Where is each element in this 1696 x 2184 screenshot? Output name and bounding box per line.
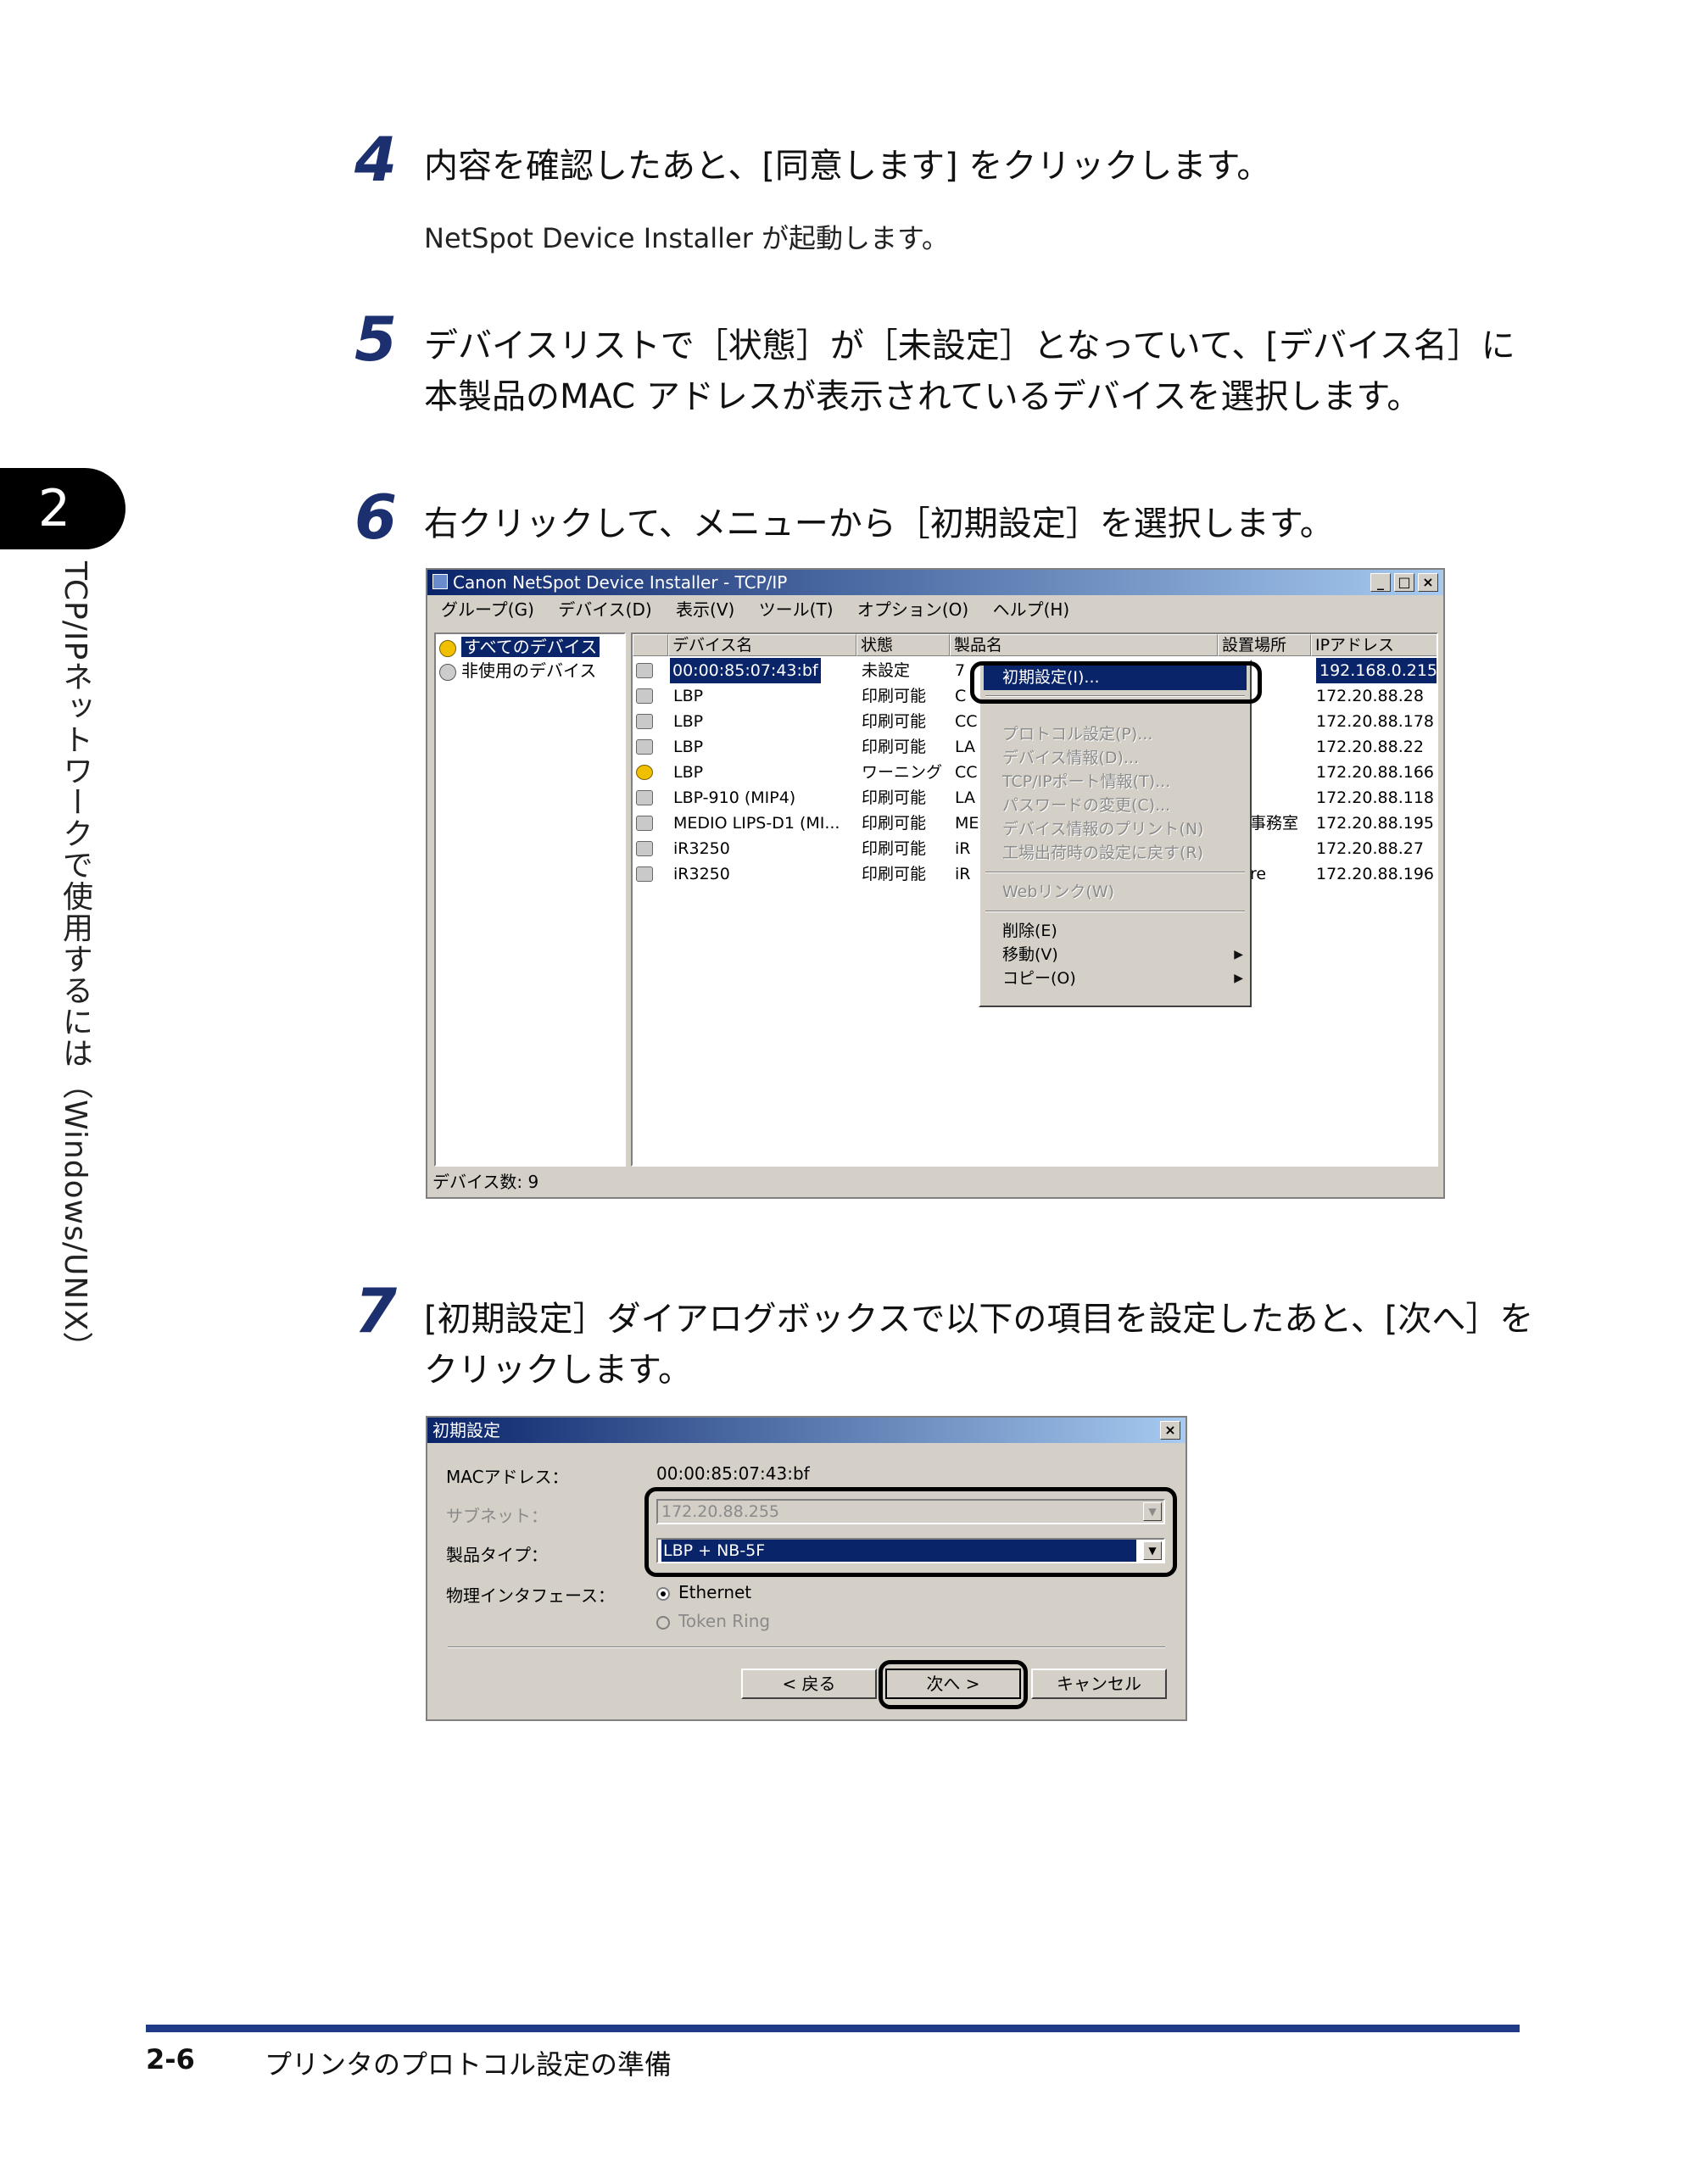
menu-item-delete[interactable]: 削除(E) [1002, 919, 1057, 943]
step-subtext: NetSpot Device Installer が起動します。 [424, 222, 949, 254]
device-icon [636, 714, 653, 729]
menu-item-device-info[interactable]: デバイス情報(D)... [1002, 746, 1139, 770]
close-icon[interactable]: × [1418, 573, 1438, 592]
submenu-arrow-icon: ▶ [1234, 972, 1243, 985]
device-icon [636, 790, 653, 805]
tree-item-unused-devices[interactable]: 非使用のデバイス [439, 660, 596, 682]
warning-icon [439, 639, 456, 657]
menu-item-copy[interactable]: コピー(O) [1002, 967, 1076, 990]
footer-rule [146, 2025, 1520, 2032]
maximize-icon[interactable]: □ [1394, 573, 1414, 592]
group-tree: すべてのデバイス 非使用のデバイス [434, 632, 626, 1167]
menu-item-factory-reset[interactable]: 工場出荷時の設定に戻す(R) [1002, 841, 1203, 865]
highlight-box [970, 661, 1262, 704]
step-number: 4 [354, 124, 398, 195]
menu-group[interactable]: グループ(G) [441, 599, 534, 620]
device-icon [636, 663, 653, 678]
menu-item-print-info[interactable]: デバイス情報のプリント(N) [1002, 817, 1203, 841]
device-icon [636, 841, 653, 856]
step-text-line1: [初期設定］ダイアログボックスで以下の項目を設定したあと、[次へ］を [424, 1300, 1534, 1339]
device-icon [636, 739, 653, 755]
menu-item-web-link[interactable]: Webリンク(W) [1002, 880, 1114, 904]
menu-item-move[interactable]: 移動(V) [1002, 943, 1058, 967]
mac-value: 00:00:85:07:43:bf [656, 1463, 810, 1484]
column-ip[interactable]: IPアドレス [1311, 634, 1437, 656]
device-icon [636, 816, 653, 831]
radio-unselected-icon [656, 1615, 670, 1630]
radio-selected-icon [656, 1586, 670, 1601]
radio-token-ring[interactable]: Token Ring [656, 1611, 770, 1631]
back-button[interactable]: < 戻る [741, 1669, 877, 1699]
status-bar: デバイス数: 9 [427, 1167, 1443, 1197]
menu-bar: グループ(G) デバイス(D) 表示(V) ツール(T) オプション(O) ヘル… [427, 597, 1443, 622]
step-number: 7 [354, 1275, 398, 1346]
divider [448, 1646, 1165, 1648]
column-location[interactable]: 設置場所 [1218, 634, 1311, 656]
dialog-title: 初期設定 [432, 1420, 500, 1440]
menu-device[interactable]: デバイス(D) [558, 599, 651, 620]
product-type-label: 製品タイプ： [446, 1545, 548, 1565]
minimize-icon[interactable]: _ [1370, 573, 1391, 592]
menu-view[interactable]: 表示(V) [676, 599, 734, 620]
menu-help[interactable]: ヘルプ(H) [993, 599, 1070, 620]
initial-settings-dialog: 初期設定 × MACアドレス： 00:00:85:07:43:bf サブネット：… [426, 1416, 1187, 1721]
dialog-titlebar: 初期設定 × [427, 1418, 1186, 1443]
menu-item-change-password[interactable]: パスワードの変更(C)... [1002, 794, 1170, 817]
device-icon [636, 866, 653, 882]
subnet-label: サブネット： [446, 1506, 548, 1526]
menu-item-protocol-settings[interactable]: プロトコル設定(P)... [1002, 722, 1152, 746]
page-number: 2-6 [146, 2043, 195, 2075]
device-count: デバイス数: 9 [432, 1172, 539, 1192]
interface-label: 物理インタフェース： [446, 1585, 615, 1606]
menu-item-port-info[interactable]: TCP/IPポート情報(T)... [1002, 770, 1170, 794]
warning-icon [636, 765, 653, 780]
column-device-name[interactable]: デバイス名 [668, 634, 856, 656]
step-text: 内容を確認したあと、[同意します] をクリックします。 [424, 147, 1271, 186]
chapter-title: TCP/IPネットワークで使用するには（Windows/UNIX） [58, 561, 92, 1363]
step-text-line2: クリックします。 [424, 1351, 692, 1390]
footer-title: プリンタのプロトコル設定の準備 [265, 2048, 672, 2081]
mac-label: MACアドレス： [446, 1467, 569, 1487]
app-icon [432, 574, 448, 589]
device-icon [636, 688, 653, 704]
menu-options[interactable]: オプション(O) [857, 599, 968, 620]
step-text-line2: 本製品のMAC アドレスが表示されているデバイスを選択します。 [424, 377, 1421, 416]
device-icon [439, 663, 456, 681]
window-title: Canon NetSpot Device Installer - TCP/IP [453, 572, 788, 593]
cancel-button[interactable]: キャンセル [1031, 1669, 1167, 1699]
highlight-box [879, 1660, 1028, 1709]
column-status[interactable]: 状態 [856, 634, 950, 656]
chapter-number: 2 [37, 479, 71, 538]
tree-item-all-devices[interactable]: すべてのデバイス [439, 636, 600, 658]
context-menu: 初期設定(I)... プロトコル設定(P)... デバイス情報(D)... TC… [979, 660, 1252, 1007]
step-text: 右クリックして、メニューから［初期設定］を選択します。 [424, 504, 1334, 543]
close-icon[interactable]: × [1160, 1421, 1180, 1440]
highlight-box [644, 1487, 1177, 1577]
radio-ethernet[interactable]: Ethernet [656, 1582, 751, 1602]
step-text-line1: デバイスリストで［状態］が［未設定］となっていて、[デバイス名］に [424, 326, 1515, 365]
column-product[interactable]: 製品名 [950, 634, 1218, 656]
menu-tools[interactable]: ツール(T) [759, 599, 834, 620]
netspot-window: Canon NetSpot Device Installer - TCP/IP … [426, 568, 1445, 1199]
step-number: 5 [354, 304, 398, 375]
step-number: 6 [354, 482, 398, 553]
window-titlebar: Canon NetSpot Device Installer - TCP/IP … [427, 570, 1443, 595]
submenu-arrow-icon: ▶ [1234, 948, 1243, 961]
